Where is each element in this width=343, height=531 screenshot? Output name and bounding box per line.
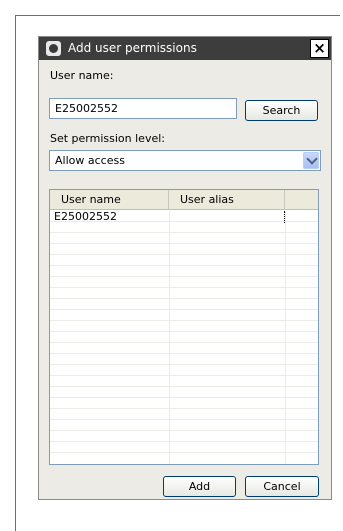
table-row[interactable] <box>50 288 318 299</box>
username-input[interactable]: E25002552 <box>49 98 237 119</box>
table-row[interactable] <box>50 321 318 332</box>
username-label: User name: <box>50 69 114 82</box>
table-row[interactable] <box>50 431 318 442</box>
table-row[interactable] <box>50 255 318 266</box>
dialog-title: Add user permissions <box>68 41 197 55</box>
permission-level-value: Allow access <box>55 154 125 167</box>
table-row[interactable] <box>50 299 318 310</box>
title-bar[interactable]: Add user permissions × <box>39 37 331 60</box>
column-header-user-alias[interactable]: User alias <box>169 190 285 210</box>
chevron-down-icon[interactable] <box>303 152 319 169</box>
cancel-button[interactable]: Cancel <box>245 476 319 497</box>
column-header-filler <box>285 190 318 210</box>
search-button[interactable]: Search <box>245 100 318 121</box>
permission-level-label: Set permission level: <box>50 132 165 145</box>
table-header: User name User alias <box>50 190 318 210</box>
table-row[interactable] <box>50 266 318 277</box>
table-row[interactable] <box>50 387 318 398</box>
table-row[interactable] <box>50 310 318 321</box>
table-row[interactable] <box>50 409 318 420</box>
table-row[interactable] <box>50 354 318 365</box>
add-button[interactable]: Add <box>163 476 236 497</box>
close-icon: × <box>313 39 326 57</box>
table-row[interactable] <box>50 365 318 376</box>
users-table[interactable]: User name User alias E25002552 <box>49 189 319 465</box>
column-header-user-name[interactable]: User name <box>50 190 169 210</box>
app-icon <box>46 41 61 56</box>
table-row[interactable] <box>50 222 318 233</box>
table-row[interactable] <box>50 332 318 343</box>
table-row[interactable] <box>50 420 318 431</box>
close-button[interactable]: × <box>310 39 329 58</box>
table-row-user-name[interactable]: E25002552 <box>54 211 117 223</box>
table-body <box>50 211 318 464</box>
table-row[interactable] <box>50 244 318 255</box>
table-row[interactable] <box>50 398 318 409</box>
add-user-permissions-dialog: Add user permissions × User name: E25002… <box>38 36 332 500</box>
table-row[interactable] <box>50 376 318 387</box>
table-row[interactable] <box>50 277 318 288</box>
table-row[interactable] <box>50 442 318 453</box>
table-row[interactable] <box>50 233 318 244</box>
table-row[interactable] <box>50 343 318 354</box>
permission-level-select[interactable]: Allow access <box>49 150 321 171</box>
